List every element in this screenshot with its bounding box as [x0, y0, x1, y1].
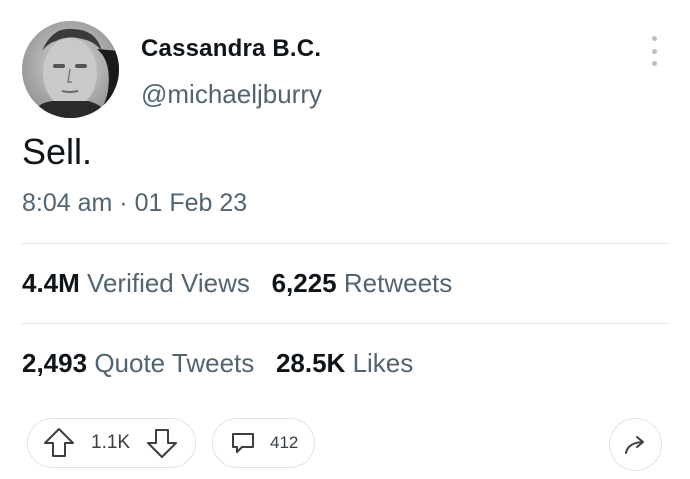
vote-count: 1.1K	[91, 432, 131, 453]
likes-stat[interactable]: 28.5K Likes	[276, 348, 413, 378]
divider	[22, 323, 668, 324]
divider	[22, 243, 668, 244]
tweet-date: 01 Feb 23	[134, 189, 248, 217]
tweet-text: Sell.	[22, 131, 93, 172]
comment-icon[interactable]	[230, 430, 256, 456]
quote-tweets-label: Quote Tweets	[94, 348, 255, 378]
avatar[interactable]	[22, 21, 119, 118]
share-icon[interactable]	[609, 418, 662, 471]
reply-pill[interactable]: 412	[212, 418, 315, 468]
retweets-count: 6,225	[271, 268, 337, 298]
display-name[interactable]: Cassandra B.C.	[141, 35, 321, 63]
reply-count: 412	[270, 433, 299, 452]
arrow-up-icon[interactable]	[42, 426, 76, 460]
retweets-stat[interactable]: 6,225 Retweets	[272, 268, 453, 298]
views-count: 4.4M	[22, 268, 80, 298]
vote-pill: 1.1K	[27, 418, 196, 468]
quote-tweets-stat[interactable]: 2,493 Quote Tweets	[22, 348, 254, 378]
user-handle[interactable]: @michaeljburry	[141, 79, 322, 110]
tweet-meta: 8:04 am · 01 Feb 23	[22, 189, 247, 218]
profile-photo-icon	[22, 21, 119, 118]
quote-tweets-count: 2,493	[22, 348, 88, 378]
likes-count: 28.5K	[275, 348, 346, 378]
views-label: Verified Views	[87, 268, 250, 298]
stats-row-1: 4.4M Verified Views 6,225 Retweets	[22, 268, 452, 299]
retweets-label: Retweets	[343, 268, 453, 298]
views-stat[interactable]: 4.4M Verified Views	[22, 268, 250, 298]
stats-row-2: 2,493 Quote Tweets 28.5K Likes	[22, 348, 413, 379]
likes-label: Likes	[352, 348, 414, 378]
meta-separator: ·	[119, 189, 128, 217]
tweet-time: 8:04 am	[22, 189, 113, 217]
arrow-down-icon[interactable]	[145, 426, 179, 460]
more-vertical-icon[interactable]	[644, 36, 664, 66]
